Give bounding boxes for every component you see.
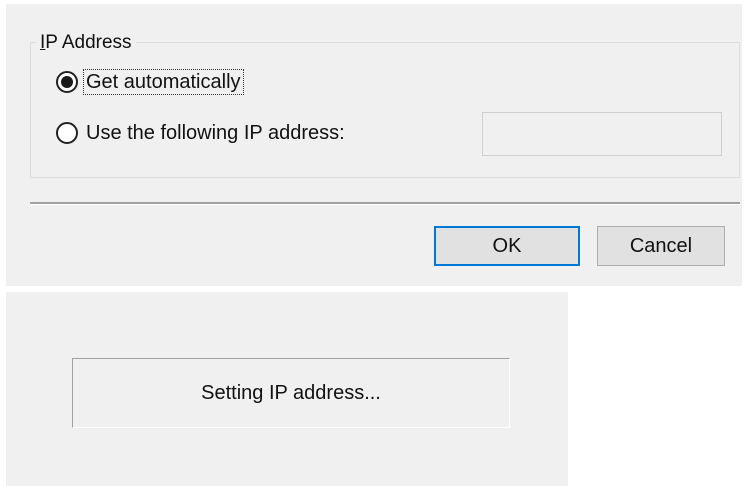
dialog-separator [30,202,740,205]
ip-address-group-title: IP Address [36,32,136,54]
ip-address-field[interactable] [482,112,722,156]
radio-get-automatically-label[interactable]: Get automatically [83,69,244,95]
radio-unselected-icon[interactable] [56,122,78,144]
radio-use-following-ip-label[interactable]: Use the following IP address: [84,121,347,145]
status-panel: Setting IP address... [72,358,510,428]
radio-get-automatically[interactable]: Get automatically [56,69,244,95]
group-title-rest: P Address [45,32,132,53]
progress-dialog: Setting IP address... [6,292,568,486]
ok-button[interactable]: OK [434,226,580,266]
screenshot-canvas: IP Address Get automatically Use the fol… [0,0,748,486]
radio-dot-icon [61,76,73,88]
cancel-button[interactable]: Cancel [597,226,725,266]
radio-use-following-ip[interactable]: Use the following IP address: [56,121,347,145]
radio-selected-icon[interactable] [56,71,78,93]
status-text: Setting IP address... [201,381,381,404]
ip-settings-dialog: IP Address Get automatically Use the fol… [6,4,742,286]
ip-address-groupbox [30,42,740,178]
